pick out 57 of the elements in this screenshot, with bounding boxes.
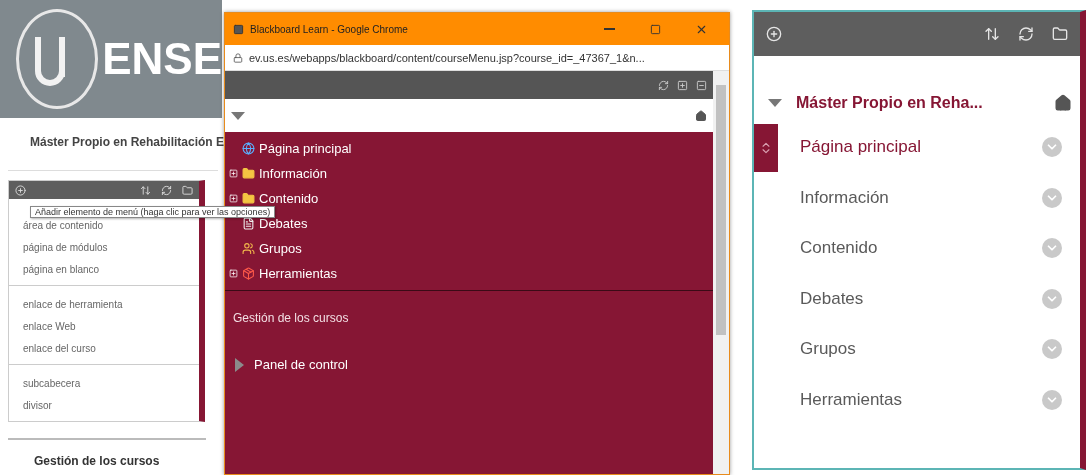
sort-icon[interactable] (984, 26, 1000, 42)
home-icon[interactable] (1054, 94, 1072, 112)
menu-item[interactable]: Información (800, 187, 1042, 208)
drag-handle[interactable] (754, 124, 778, 172)
refresh-icon[interactable] (1018, 26, 1034, 42)
menu-item[interactable]: Debates (800, 288, 1042, 309)
menu-item[interactable]: Contenido (800, 238, 1042, 259)
menu-option[interactable]: enlace de herramienta (9, 294, 199, 316)
folder-icon[interactable] (1052, 26, 1068, 42)
tree-item[interactable]: Contenido (259, 192, 319, 205)
triangle-icon (235, 357, 244, 372)
box-icon (242, 267, 255, 280)
collapse-icon[interactable] (696, 79, 707, 91)
refresh-icon[interactable] (658, 79, 669, 91)
add-icon[interactable] (15, 184, 26, 196)
menu-item[interactable]: Página principal (800, 137, 1042, 158)
window-title: Blackboard Learn - Google Chrome (250, 23, 408, 35)
course-title[interactable]: Máster Propio en Reha... (796, 94, 1040, 112)
menu-option[interactable]: enlace del curso (9, 338, 199, 360)
globe-icon (242, 142, 255, 155)
document-icon (242, 217, 255, 230)
tree-item[interactable]: Grupos (259, 242, 302, 255)
section-heading: Gestión de los cursos (232, 310, 350, 325)
tooltip: Añadir elemento de menú (haga clic para ver las opciones) (30, 206, 276, 218)
lock-icon (233, 52, 243, 63)
menu-option[interactable]: divisor (9, 395, 199, 417)
maximize-icon (649, 23, 661, 35)
caret-icon[interactable] (231, 111, 245, 120)
app-icon (233, 23, 244, 35)
menu-option[interactable]: enlace Web (9, 316, 199, 338)
home-icon[interactable] (695, 109, 707, 122)
folder-icon[interactable] (182, 184, 193, 196)
folder-icon (242, 192, 255, 205)
url-text: ev.us.es/webapps/blackboard/content/courseMenu.jsp?course_id=_47367_1&n... (249, 51, 645, 64)
scrollbar[interactable] (713, 71, 729, 474)
address-bar[interactable]: ev.us.es/webapps/blackboard/content/courseMenu.jsp?course_id=_47367_1&n... (225, 45, 729, 71)
menu-option[interactable]: página en blanco (9, 259, 199, 281)
menu-item[interactable]: Grupos (800, 339, 1042, 360)
tree-item[interactable]: Información (259, 167, 327, 180)
caret-icon[interactable] (768, 99, 782, 107)
banner-text: ENSE (102, 34, 222, 84)
section-heading: Gestión de los cursos (8, 438, 206, 468)
minimize-icon (603, 28, 615, 30)
menu-item[interactable]: Herramientas (800, 389, 1042, 410)
menu-option[interactable]: subcabecera (9, 373, 199, 395)
control-panel-link[interactable]: Panel de control (225, 325, 348, 372)
course-title: Máster Propio en Rehabilitación E (30, 135, 225, 150)
folder-icon (242, 167, 255, 180)
people-icon (242, 242, 255, 255)
sort-icon[interactable] (140, 184, 151, 196)
expand-icon[interactable] (677, 79, 688, 91)
menu-option[interactable]: página de módulos (9, 237, 199, 259)
tree-item[interactable]: Debates (259, 217, 308, 230)
tree-item[interactable]: Página principal (259, 142, 352, 155)
tree-item[interactable]: Herramientas (259, 267, 338, 280)
add-icon[interactable] (766, 26, 782, 42)
refresh-icon[interactable] (161, 184, 172, 196)
